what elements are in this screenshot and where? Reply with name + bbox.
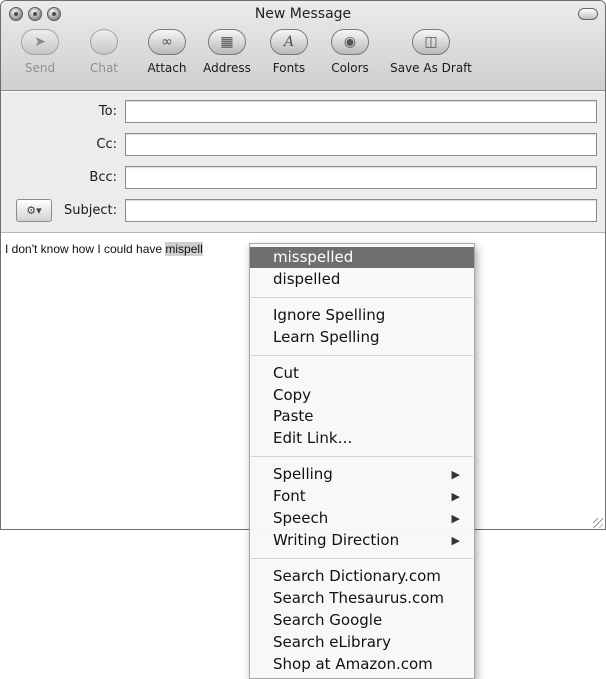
menu-item-cut[interactable]: Cut [250,363,474,384]
send-label: Send [24,61,56,75]
chat-button[interactable]: Chat [79,29,129,75]
colors-button[interactable]: ◉ Colors [325,29,375,75]
cc-row: Cc: [1,133,605,157]
subject-label: Subject: [64,203,117,218]
menu-separator [251,355,473,356]
menu-item-edit-link[interactable]: Edit Link… [250,428,474,449]
chat-icon [90,29,118,55]
context-menu: misspelled dispelled Ignore Spelling Lea… [249,243,475,679]
fonts-icon: A [270,29,308,55]
colors-label: Colors [331,61,369,75]
menu-item-search-dictionary[interactable]: Search Dictionary.com [250,566,474,587]
menu-separator [251,297,473,298]
gear-menu-button[interactable]: ⚙▾ [16,199,52,222]
address-header: To: Cc: Bcc: ⚙▾ Subject: [1,92,605,233]
menu-item-writing-direction-label: Writing Direction [273,531,400,549]
submenu-arrow-icon: ▶ [451,490,460,503]
fonts-button[interactable]: A Fonts [264,29,314,75]
to-label: To: [98,104,117,119]
misspelled-word-selection[interactable]: mispell [165,242,203,256]
save-as-draft-label: Save As Draft [390,61,472,75]
menu-item-ignore-spelling[interactable]: Ignore Spelling [250,305,474,326]
window-title: New Message [254,6,352,22]
menu-item-search-elibrary[interactable]: Search eLibrary [250,632,474,653]
menu-item-font-label: Font [273,487,306,505]
menu-item-learn-spelling[interactable]: Learn Spelling [250,327,474,348]
address-button[interactable]: ▦ Address [200,29,254,75]
menu-item-search-thesaurus[interactable]: Search Thesaurus.com [250,588,474,609]
menu-item-speech-label: Speech [273,509,329,527]
to-row: To: [1,100,605,124]
cc-field[interactable] [125,133,597,156]
color-wheel-icon: ◉ [331,29,369,55]
address-label: Address [203,61,251,75]
bcc-field[interactable] [125,166,597,189]
message-text-before: I don't know how I could have [5,242,166,256]
subject-row: ⚙▾ Subject: [1,199,605,223]
chat-label: Chat [89,61,119,75]
menu-item-copy[interactable]: Copy [250,385,474,406]
message-text: I don't know how I could have mispell [5,242,203,256]
submenu-arrow-icon: ▶ [451,534,460,547]
submenu-arrow-icon: ▶ [451,468,460,481]
toolbar: ➤ Send Chat ∞ Attach ▦ Address A Fonts ◉ [1,29,605,89]
bcc-label: Bcc: [89,170,117,185]
send-icon: ➤ [21,29,59,55]
attach-label: Attach [147,61,187,75]
submenu-arrow-icon: ▶ [451,512,460,525]
menu-separator [251,558,473,559]
menu-item-writing-direction[interactable]: Writing Direction ▶ [250,530,474,551]
fonts-label: Fonts [272,61,306,75]
bcc-row: Bcc: [1,166,605,190]
menu-item-spelling-label: Spelling [273,465,333,483]
menu-item-font[interactable]: Font ▶ [250,486,474,507]
paperclip-icon: ∞ [148,29,186,55]
save-as-draft-button[interactable]: ◫ Save As Draft [383,29,479,75]
menu-separator [251,456,473,457]
title-bar: New Message ➤ Send Chat ∞ Attach ▦ Addre… [1,1,605,91]
menu-item-search-google[interactable]: Search Google [250,610,474,631]
resize-grip[interactable] [593,518,603,528]
cc-label: Cc: [96,137,117,152]
draft-icon: ◫ [412,29,450,55]
subject-field[interactable] [125,199,597,222]
to-field[interactable] [125,100,597,123]
menu-item-spelling[interactable]: Spelling ▶ [250,464,474,485]
menu-item-suggestion-misspelled[interactable]: misspelled [250,247,474,268]
send-button[interactable]: ➤ Send [15,29,65,75]
toolbar-toggle-button[interactable] [578,8,598,20]
menu-item-suggestion-dispelled[interactable]: dispelled [250,269,474,290]
gear-icon: ⚙▾ [26,204,42,217]
menu-item-shop-amazon[interactable]: Shop at Amazon.com [250,654,474,675]
menu-item-paste[interactable]: Paste [250,406,474,427]
address-book-icon: ▦ [208,29,246,55]
menu-item-speech[interactable]: Speech ▶ [250,508,474,529]
attach-button[interactable]: ∞ Attach [142,29,192,75]
